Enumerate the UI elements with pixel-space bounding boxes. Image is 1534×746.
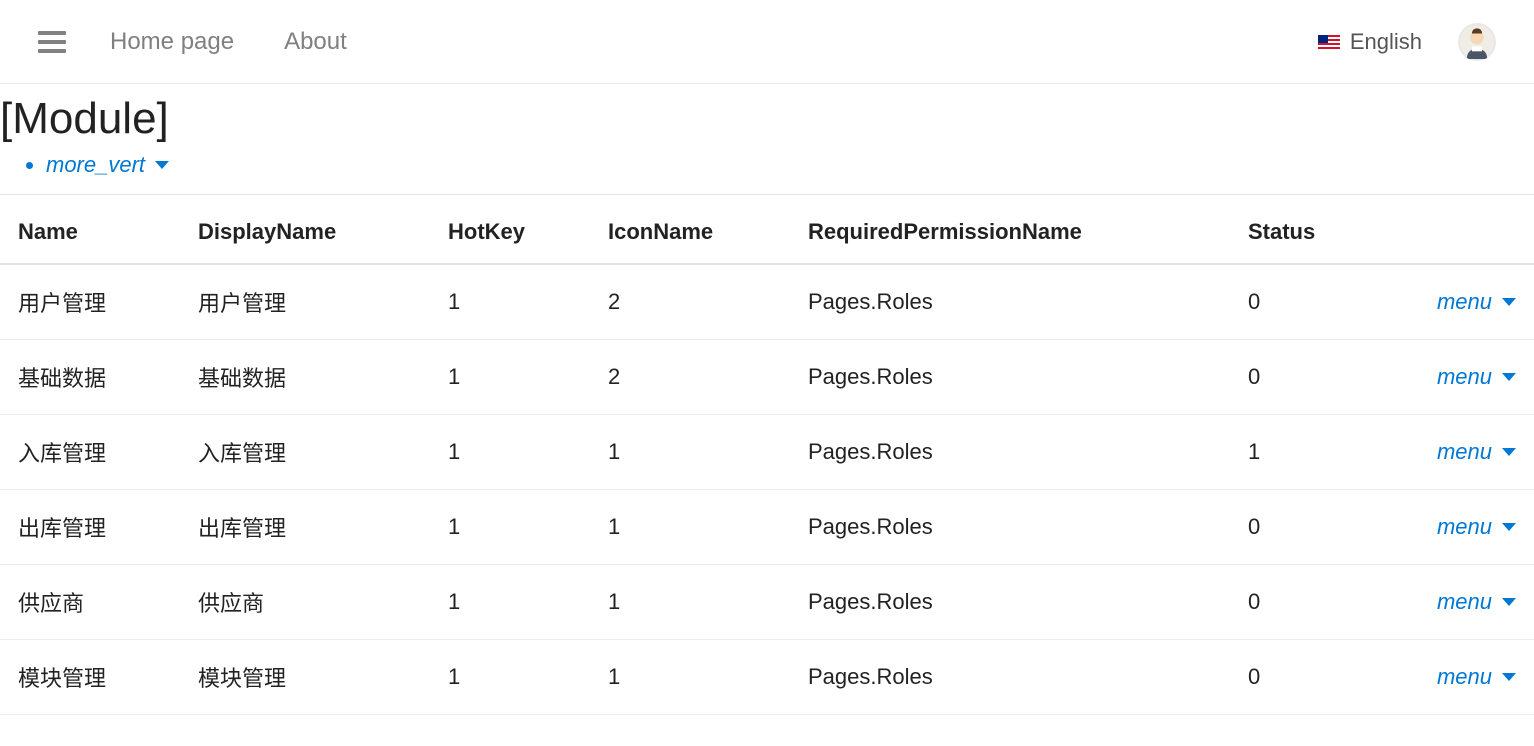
cell-actions: menu <box>1370 415 1534 490</box>
cell-displayName: 用户管理 <box>180 264 430 340</box>
cell-status: 0 <box>1230 340 1370 415</box>
row-menu-label: menu <box>1437 289 1492 315</box>
caret-down-icon <box>155 161 169 169</box>
language-label: English <box>1350 29 1422 55</box>
nav-about[interactable]: About <box>284 28 347 56</box>
cell-status: 0 <box>1230 264 1370 340</box>
caret-down-icon <box>1502 298 1516 306</box>
action-bar: more_vert <box>0 146 1534 190</box>
cell-hotKey: 1 <box>430 415 590 490</box>
row-menu-button[interactable]: menu <box>1437 364 1516 390</box>
row-menu-button[interactable]: menu <box>1437 589 1516 615</box>
table-header-row: Name DisplayName HotKey IconName Require… <box>0 195 1534 265</box>
row-menu-button[interactable]: menu <box>1437 514 1516 540</box>
menu-toggle-icon[interactable] <box>38 31 66 53</box>
col-display-name[interactable]: DisplayName <box>180 195 430 265</box>
top-bar: Home page About English <box>0 0 1534 84</box>
table-row: 入库管理入库管理11Pages.Roles1menu <box>0 415 1534 490</box>
caret-down-icon <box>1502 523 1516 531</box>
cell-actions: menu <box>1370 640 1534 715</box>
cell-name: 模块管理 <box>0 640 180 715</box>
cell-status: 0 <box>1230 640 1370 715</box>
cell-displayName: 基础数据 <box>180 340 430 415</box>
cell-displayName: 出库管理 <box>180 490 430 565</box>
cell-hotKey: 1 <box>430 264 590 340</box>
cell-displayName: 模块管理 <box>180 640 430 715</box>
row-menu-label: menu <box>1437 664 1492 690</box>
cell-actions: menu <box>1370 490 1534 565</box>
table-row: 基础数据基础数据12Pages.Roles0menu <box>0 340 1534 415</box>
cell-hotKey: 1 <box>430 340 590 415</box>
cell-name: 用户管理 <box>0 264 180 340</box>
col-hotkey[interactable]: HotKey <box>430 195 590 265</box>
col-name[interactable]: Name <box>0 195 180 265</box>
cell-permission: Pages.Roles <box>790 340 1230 415</box>
cell-permission: Pages.Roles <box>790 565 1230 640</box>
col-permission[interactable]: RequiredPermissionName <box>790 195 1230 265</box>
table-row: 模块管理模块管理11Pages.Roles0menu <box>0 640 1534 715</box>
more-actions-label: more_vert <box>46 152 145 178</box>
caret-down-icon <box>1502 373 1516 381</box>
cell-displayName: 供应商 <box>180 565 430 640</box>
row-menu-label: menu <box>1437 364 1492 390</box>
col-icon-name[interactable]: IconName <box>590 195 790 265</box>
row-menu-button[interactable]: menu <box>1437 439 1516 465</box>
caret-down-icon <box>1502 448 1516 456</box>
cell-hotKey: 1 <box>430 640 590 715</box>
cell-name: 供应商 <box>0 565 180 640</box>
col-actions <box>1370 195 1534 265</box>
more-actions-button[interactable]: more_vert <box>46 152 169 178</box>
cell-iconName: 2 <box>590 264 790 340</box>
caret-down-icon <box>1502 673 1516 681</box>
row-menu-button[interactable]: menu <box>1437 289 1516 315</box>
table-row: 出库管理出库管理11Pages.Roles0menu <box>0 490 1534 565</box>
module-table: Name DisplayName HotKey IconName Require… <box>0 194 1534 715</box>
cell-iconName: 2 <box>590 340 790 415</box>
cell-status: 1 <box>1230 415 1370 490</box>
col-status[interactable]: Status <box>1230 195 1370 265</box>
table-row: 供应商供应商11Pages.Roles0menu <box>0 565 1534 640</box>
cell-iconName: 1 <box>590 415 790 490</box>
table-row: 用户管理用户管理12Pages.Roles0menu <box>0 264 1534 340</box>
cell-actions: menu <box>1370 565 1534 640</box>
cell-status: 0 <box>1230 565 1370 640</box>
nav-home[interactable]: Home page <box>110 28 234 56</box>
cell-iconName: 1 <box>590 640 790 715</box>
avatar[interactable] <box>1458 23 1496 61</box>
row-menu-label: menu <box>1437 514 1492 540</box>
cell-actions: menu <box>1370 340 1534 415</box>
cell-actions: menu <box>1370 264 1534 340</box>
avatar-icon <box>1460 25 1494 59</box>
cell-permission: Pages.Roles <box>790 640 1230 715</box>
row-menu-button[interactable]: menu <box>1437 664 1516 690</box>
cell-permission: Pages.Roles <box>790 264 1230 340</box>
language-selector[interactable]: English <box>1318 29 1422 55</box>
caret-down-icon <box>1502 598 1516 606</box>
cell-permission: Pages.Roles <box>790 490 1230 565</box>
flag-icon <box>1318 35 1340 49</box>
cell-hotKey: 1 <box>430 490 590 565</box>
cell-hotKey: 1 <box>430 565 590 640</box>
page-title: [Module] <box>0 84 1534 146</box>
cell-permission: Pages.Roles <box>790 415 1230 490</box>
cell-name: 入库管理 <box>0 415 180 490</box>
cell-iconName: 1 <box>590 565 790 640</box>
cell-status: 0 <box>1230 490 1370 565</box>
cell-displayName: 入库管理 <box>180 415 430 490</box>
cell-name: 基础数据 <box>0 340 180 415</box>
cell-iconName: 1 <box>590 490 790 565</box>
row-menu-label: menu <box>1437 439 1492 465</box>
cell-name: 出库管理 <box>0 490 180 565</box>
row-menu-label: menu <box>1437 589 1492 615</box>
